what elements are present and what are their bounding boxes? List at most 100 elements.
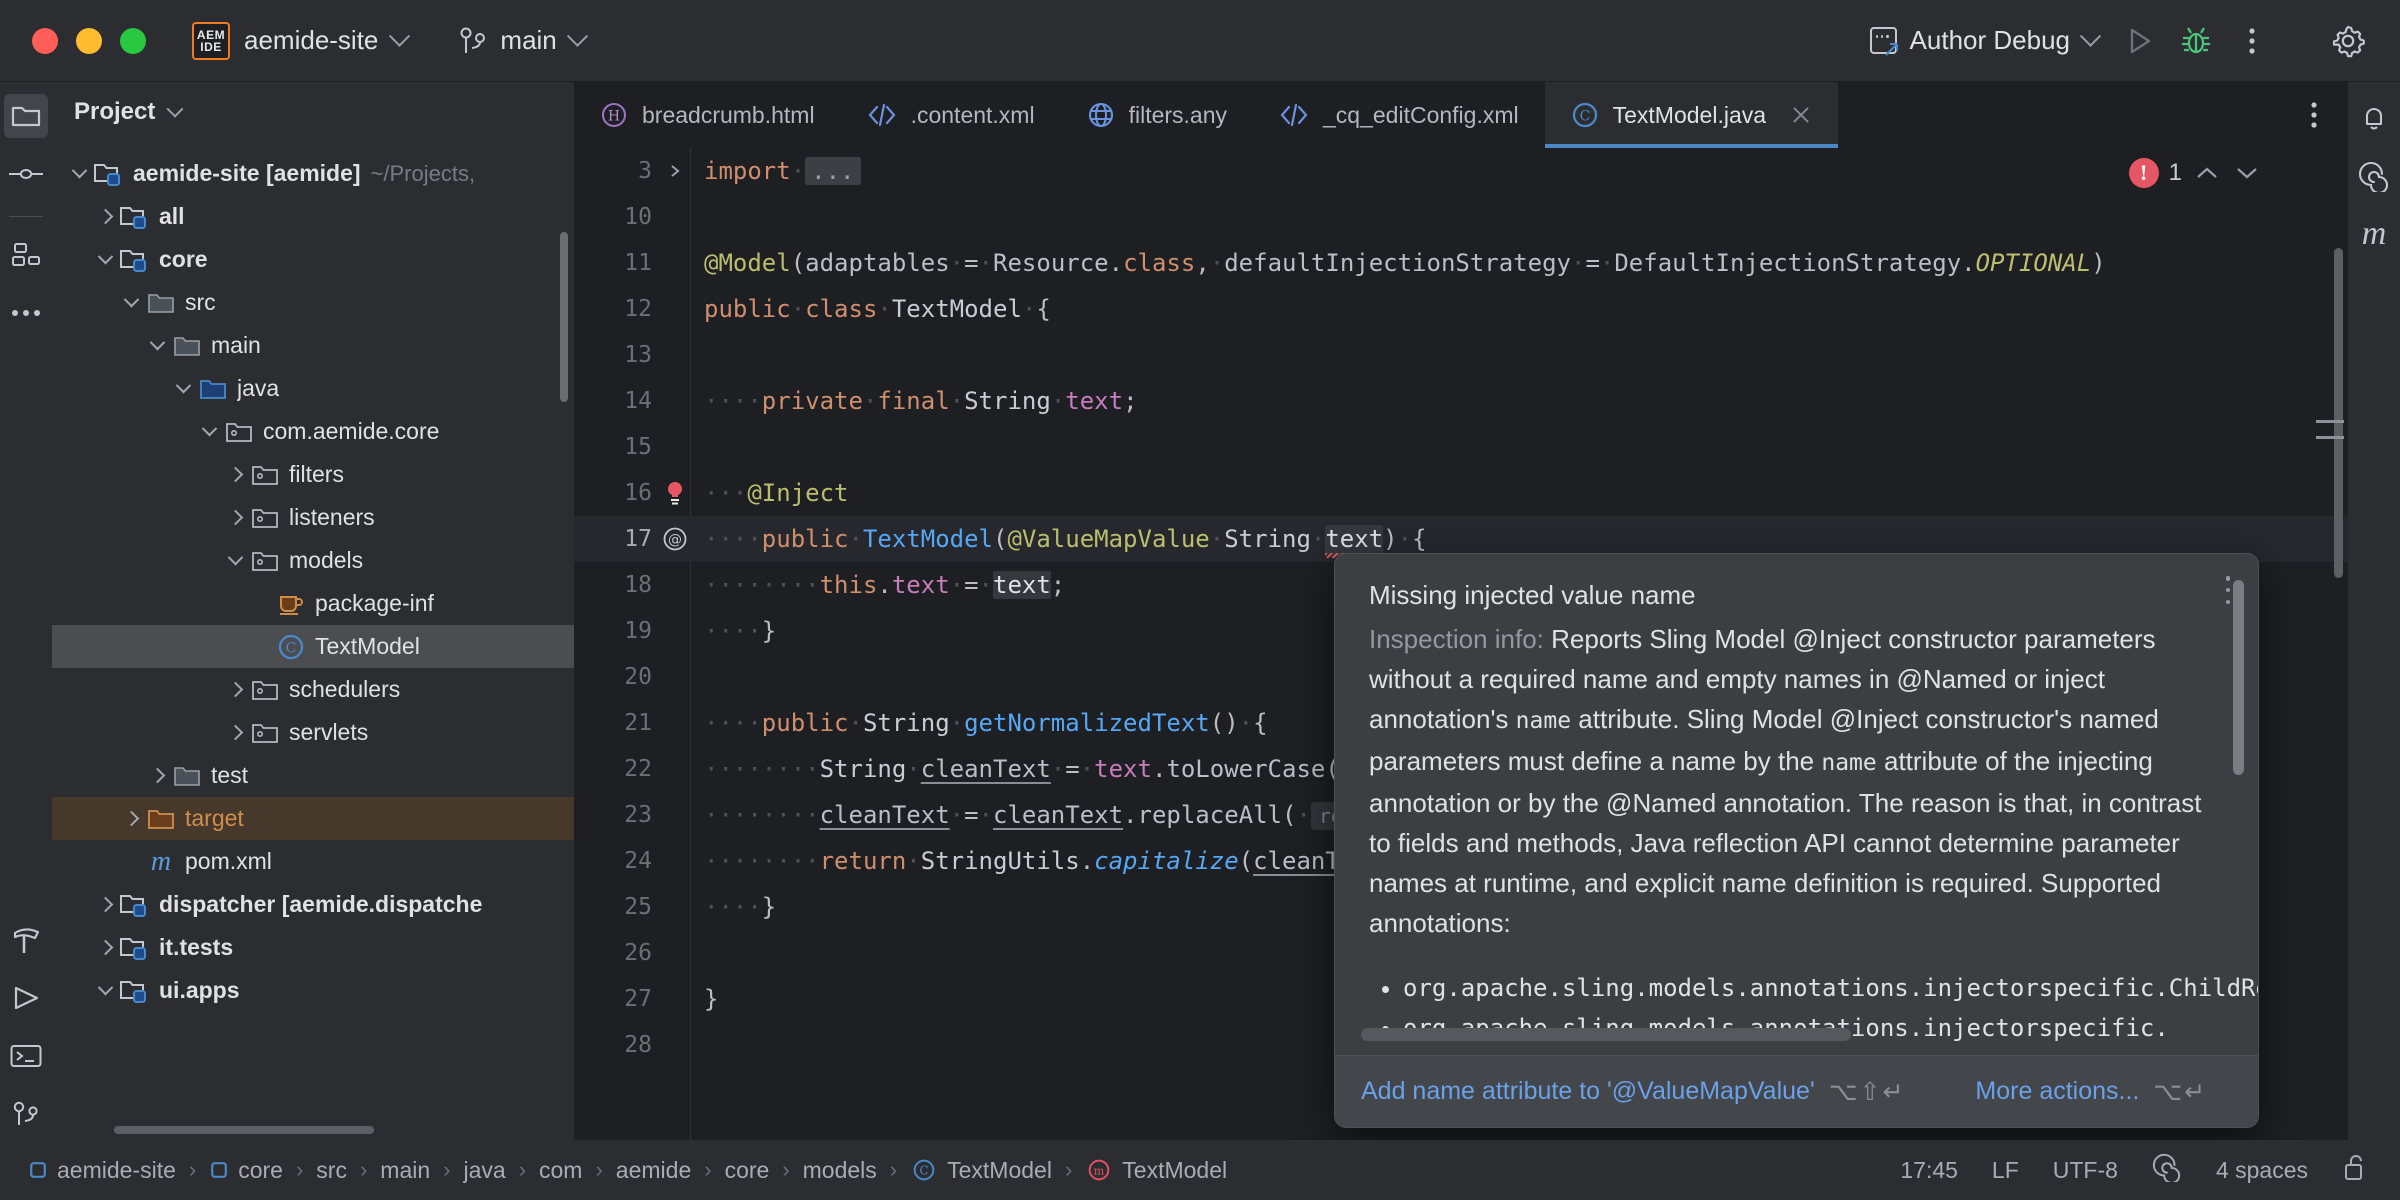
- maximize-window-button[interactable]: [120, 27, 146, 54]
- rail-button-build[interactable]: [4, 918, 48, 962]
- clock-label[interactable]: 17:45: [1900, 1157, 1958, 1184]
- chevron-right-icon[interactable]: [222, 466, 248, 483]
- rail-button-commit[interactable]: [4, 152, 48, 196]
- tree-item-models[interactable]: models: [52, 539, 574, 582]
- chevron-down-icon[interactable]: [118, 291, 144, 308]
- chevron-right-icon[interactable]: [92, 896, 118, 913]
- rail-button-terminal[interactable]: [4, 1034, 48, 1078]
- debug-button[interactable]: [2168, 13, 2224, 69]
- read-only-toggle[interactable]: [2342, 1152, 2368, 1188]
- editor-tab-cqeditconfigxml[interactable]: _cq_editConfig.xml: [1253, 82, 1545, 148]
- encoding-label[interactable]: UTF-8: [2053, 1157, 2118, 1184]
- chevron-right-icon[interactable]: [92, 939, 118, 956]
- previous-problem-button[interactable]: [2192, 158, 2222, 188]
- breadcrumb-item-textmodel[interactable]: m TextModel: [1079, 1156, 1233, 1184]
- tree-item-it.tests[interactable]: it.tests: [52, 926, 574, 969]
- close-window-button[interactable]: [32, 27, 58, 54]
- tooltip-vertical-scrollbar[interactable]: [2233, 580, 2244, 775]
- chevron-right-icon[interactable]: [222, 724, 248, 741]
- editor-tab-filtersany[interactable]: filters.any: [1061, 82, 1253, 148]
- tree-item-dispatcher[interactable]: dispatcher [aemide.dispatche: [52, 883, 574, 926]
- next-problem-button[interactable]: [2232, 158, 2262, 188]
- inspection-widget[interactable]: ! 1: [2128, 158, 2262, 188]
- chevron-down-icon[interactable]: [222, 549, 248, 566]
- chevron-right-icon[interactable]: [92, 208, 118, 225]
- chevron-down-icon[interactable]: [66, 162, 92, 179]
- editor-tab-breadcrumbhtml[interactable]: Hbreadcrumb.html: [574, 82, 841, 148]
- add-name-attribute-action[interactable]: Add name attribute to '@ValueMapValue': [1361, 1077, 1815, 1106]
- tree-item-ui.apps[interactable]: ui.apps: [52, 969, 574, 1012]
- breadcrumb-item-core[interactable]: core: [719, 1157, 776, 1184]
- chevron-right-icon[interactable]: [118, 810, 144, 827]
- breadcrumb-item-src[interactable]: src: [310, 1157, 353, 1184]
- more-actions-button[interactable]: [2224, 13, 2280, 69]
- tree-item-main[interactable]: main: [52, 324, 574, 367]
- error-stripe-marker[interactable]: [2316, 436, 2344, 439]
- breadcrumb-item-aemidesite[interactable]: aemide-site: [22, 1157, 182, 1184]
- close-icon[interactable]: [1790, 104, 1812, 126]
- rail-button-project[interactable]: [4, 94, 48, 138]
- settings-button[interactable]: [2320, 13, 2376, 69]
- chevron-down-icon[interactable]: [144, 334, 170, 351]
- chevron-right-icon[interactable]: [222, 509, 248, 526]
- breadcrumb-item-models[interactable]: models: [797, 1157, 883, 1184]
- editor-vertical-scrollbar[interactable]: [2334, 248, 2343, 578]
- breadcrumb-item-textmodel[interactable]: C TextModel: [904, 1156, 1058, 1184]
- line-separator-label[interactable]: LF: [1992, 1157, 2019, 1184]
- tree-item-all[interactable]: all: [52, 195, 574, 238]
- rail-button-version-control[interactable]: [4, 1092, 48, 1136]
- minimize-window-button[interactable]: [76, 27, 102, 54]
- project-selector[interactable]: AEM IDE aemide-site: [192, 21, 411, 60]
- tree-item-pom.xml[interactable]: m pom.xml: [52, 840, 574, 883]
- project-panel-hscrollbar[interactable]: [114, 1126, 374, 1134]
- chevron-down-icon[interactable]: [170, 377, 196, 394]
- tree-item-listeners[interactable]: listeners: [52, 496, 574, 539]
- tree-item-schedulers[interactable]: schedulers: [52, 668, 574, 711]
- rail-button-maven[interactable]: m: [2352, 212, 2396, 256]
- tree-item-aemide-site[interactable]: aemide-site [aemide] ~/Projects,: [52, 152, 574, 195]
- tree-item-test[interactable]: test: [52, 754, 574, 797]
- breadcrumb-item-core[interactable]: core: [203, 1157, 289, 1184]
- chevron-down-icon[interactable]: [196, 420, 222, 437]
- project-tree[interactable]: aemide-site [aemide] ~/Projects, all core sr…: [52, 142, 574, 1012]
- breadcrumb-item-java[interactable]: java: [457, 1157, 511, 1184]
- tree-item-core[interactable]: core: [52, 238, 574, 281]
- tooltip-horizontal-scrollbar[interactable]: [1361, 1028, 1851, 1041]
- tree-item-filters[interactable]: filters: [52, 453, 574, 496]
- rail-button-run[interactable]: [4, 976, 48, 1020]
- annotation-at-icon[interactable]: @: [660, 526, 690, 552]
- editor-tab-textmodeljava[interactable]: C TextModel.java: [1544, 82, 1839, 148]
- breadcrumb-item-main[interactable]: main: [374, 1157, 436, 1184]
- more-actions-link[interactable]: More actions...: [1975, 1077, 2139, 1106]
- run-configuration-selector[interactable]: Author Debug: [1856, 17, 2112, 64]
- run-button[interactable]: [2112, 13, 2168, 69]
- rail-button-ai-assistant[interactable]: [2352, 154, 2396, 198]
- chevron-down-icon[interactable]: [92, 979, 118, 996]
- tree-item-package-inf[interactable]: package-inf: [52, 582, 574, 625]
- project-panel-header[interactable]: Project: [52, 82, 574, 142]
- chevron-right-icon[interactable]: [222, 681, 248, 698]
- project-panel-vscrollbar[interactable]: [560, 232, 568, 402]
- editor-tab-contentxml[interactable]: .content.xml: [841, 82, 1061, 148]
- chevron-right-icon[interactable]: [144, 767, 170, 784]
- fold-twisty-icon[interactable]: [660, 164, 690, 178]
- branch-selector[interactable]: main: [459, 25, 588, 56]
- tree-item-servlets[interactable]: servlets: [52, 711, 574, 754]
- breadcrumb-item-aemide[interactable]: aemide: [610, 1157, 697, 1184]
- indent-label[interactable]: 4 spaces: [2216, 1157, 2308, 1184]
- error-stripe-marker[interactable]: [2316, 420, 2344, 423]
- tree-item-java[interactable]: java: [52, 367, 574, 410]
- bulb-error-icon[interactable]: [660, 480, 690, 506]
- editor-more-button[interactable]: [2294, 100, 2334, 130]
- tree-item-com.aemide.core[interactable]: com.aemide.core: [52, 410, 574, 453]
- rail-button-notifications[interactable]: [2352, 96, 2396, 140]
- tree-item-textmodel[interactable]: C TextModel: [52, 625, 574, 668]
- rail-button-more-tools[interactable]: [4, 291, 48, 335]
- tree-item-src[interactable]: src: [52, 281, 574, 324]
- folded-imports[interactable]: ...: [805, 157, 861, 185]
- breadcrumb-item-com[interactable]: com: [533, 1157, 588, 1184]
- chevron-down-icon[interactable]: [92, 248, 118, 265]
- rail-button-structure[interactable]: [4, 233, 48, 277]
- tree-item-target[interactable]: target: [52, 797, 574, 840]
- ai-status-button[interactable]: [2152, 1152, 2182, 1188]
